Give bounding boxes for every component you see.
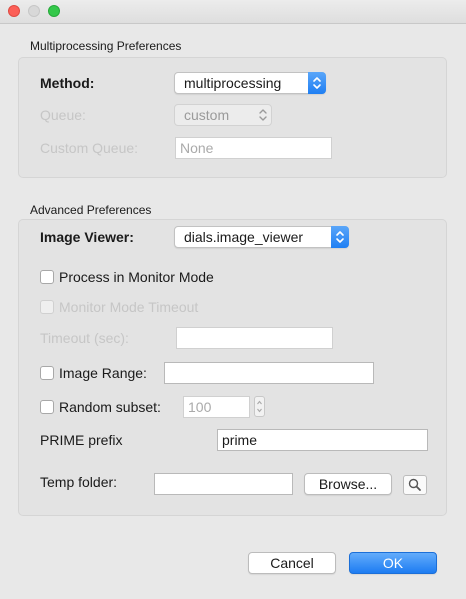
chevron-updown-icon (308, 72, 326, 94)
search-button[interactable] (403, 475, 427, 495)
random-subset-field: 100 (183, 396, 250, 418)
timeout-field (176, 327, 333, 349)
custom-queue-field: None (175, 137, 332, 159)
prime-prefix-value: prime (222, 432, 258, 448)
random-subset-checkbox[interactable] (40, 400, 54, 414)
minimize-window-icon (28, 5, 40, 17)
magnifier-icon (408, 478, 421, 491)
custom-queue-placeholder: None (180, 140, 214, 156)
monitor-mode-checkbox[interactable] (40, 270, 54, 284)
random-subset-placeholder: 100 (188, 399, 212, 415)
image-viewer-select[interactable]: dials.image_viewer (174, 226, 349, 248)
maximize-window-icon[interactable] (48, 5, 60, 17)
queue-select-value: custom (184, 107, 230, 123)
random-subset-stepper (254, 396, 265, 417)
timeout-label: Timeout (sec): (40, 330, 129, 346)
multiprocessing-section-title: Multiprocessing Preferences (30, 39, 182, 53)
queue-select: custom (174, 104, 272, 126)
browse-button[interactable]: Browse... (304, 473, 392, 495)
image-range-label: Image Range: (59, 365, 147, 381)
image-range-checkbox[interactable] (40, 366, 54, 380)
random-subset-label: Random subset: (59, 399, 161, 415)
temp-folder-label: Temp folder: (40, 474, 118, 490)
custom-queue-label: Custom Queue: (40, 140, 139, 156)
prime-prefix-label: PRIME prefix (40, 432, 123, 448)
title-bar (0, 0, 466, 24)
stepper-arrows-icon (257, 400, 262, 413)
close-window-icon[interactable] (8, 5, 20, 17)
monitor-timeout-label: Monitor Mode Timeout (59, 299, 199, 315)
method-select[interactable]: multiprocessing (174, 72, 326, 94)
monitor-mode-label: Process in Monitor Mode (59, 269, 214, 285)
monitor-timeout-checkbox (40, 300, 54, 314)
image-viewer-label: Image Viewer: (40, 229, 134, 245)
chevron-updown-icon (254, 104, 272, 126)
method-select-value: multiprocessing (184, 75, 282, 91)
image-range-field[interactable] (164, 362, 374, 384)
advanced-section-title: Advanced Preferences (30, 203, 152, 217)
chevron-updown-icon (331, 226, 349, 248)
method-label: Method: (40, 75, 95, 91)
temp-folder-field[interactable] (154, 473, 293, 495)
queue-label: Queue: (40, 107, 86, 123)
cancel-button[interactable]: Cancel (248, 552, 336, 574)
prime-prefix-field[interactable]: prime (217, 429, 428, 451)
ok-button[interactable]: OK (349, 552, 437, 574)
image-viewer-select-value: dials.image_viewer (184, 229, 304, 245)
